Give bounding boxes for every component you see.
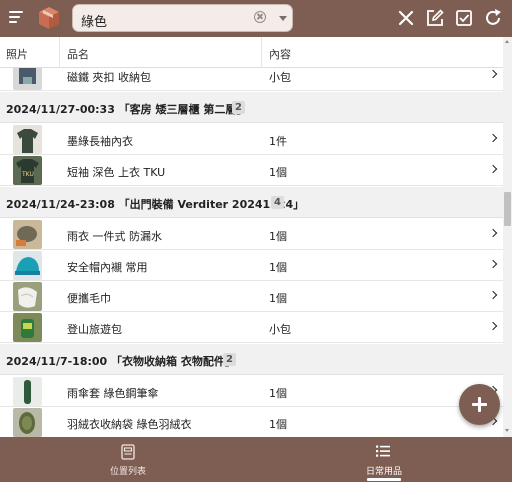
scroll-up-arrow-icon[interactable] [505, 40, 509, 43]
table-header: 照片 品名 內容 [0, 37, 503, 68]
chevron-right-icon [488, 321, 498, 331]
group-header[interactable]: 2024/11/7-18:00 「衣物收納箱 衣物配件」 2 [0, 344, 503, 375]
group-title: 2024/11/27-00:33 「客房 矮三層櫃 第二層」 [6, 103, 248, 116]
group-header[interactable]: 2024/11/24-23:08 「出門裝備 Verditer 20241124… [0, 187, 503, 218]
search-input[interactable]: 綠色 [81, 11, 107, 30]
item-name: 墨綠長袖內衣 [67, 135, 133, 148]
item-name: 雨傘套 綠色鋼筆傘 [67, 387, 159, 400]
item-name: 登山旅遊包 [67, 323, 122, 336]
svg-text:TKU: TKU [21, 171, 34, 178]
column-divider [261, 37, 262, 68]
table-row[interactable]: 雨衣 一件式 防漏水 1個 [0, 219, 503, 250]
item-qty: 1個 [269, 230, 287, 243]
app-bar: 綠色 [0, 0, 512, 37]
item-name: 磁鐵 夾扣 收納包 [67, 71, 151, 84]
item-qty: 1個 [269, 292, 287, 305]
table-row[interactable]: 墨綠長袖內衣 1件 [0, 124, 503, 155]
table-row[interactable]: TKU 短袖 深色 上衣 TKU 1個 [0, 155, 503, 186]
item-photo [13, 282, 42, 311]
box-logo-icon [39, 7, 59, 29]
item-photo [13, 68, 42, 90]
column-header-name[interactable]: 品名 [67, 46, 89, 62]
table-row[interactable]: 羽絨衣收納袋 綠色羽絨衣 1個 [0, 407, 503, 437]
scrollbar-thumb[interactable] [504, 192, 511, 226]
edit-icon[interactable] [424, 7, 446, 29]
nav-label: 位置列表 [109, 467, 146, 477]
checkbox-select-icon[interactable] [453, 7, 475, 29]
item-photo [13, 251, 42, 280]
item-name: 雨衣 一件式 防漏水 [67, 230, 162, 243]
search-box[interactable]: 綠色 [72, 4, 293, 32]
nav-item-location-list[interactable]: 位置列表 [0, 437, 256, 482]
add-item-button[interactable] [459, 384, 500, 425]
column-divider [59, 37, 60, 68]
item-photo [13, 313, 42, 342]
group-count-badge: 2 [223, 353, 236, 366]
item-name: 羽絨衣收納袋 綠色羽絨衣 [67, 418, 192, 431]
item-name: 安全帽內襯 常用 [67, 261, 148, 274]
column-header-photo[interactable]: 照片 [6, 46, 28, 62]
group-count-badge: 4 [271, 196, 284, 209]
group-count-badge: 2 [232, 101, 245, 114]
item-qty: 1件 [269, 135, 287, 148]
close-icon[interactable] [395, 7, 417, 29]
scroll-down-arrow-icon[interactable] [505, 429, 509, 432]
table-row[interactable]: 登山旅遊包 小包 [0, 312, 503, 343]
item-photo [13, 377, 42, 406]
nav-item-daily-items[interactable]: 日常用品 [256, 437, 512, 482]
vertical-scrollbar[interactable] [503, 37, 512, 437]
item-qty: 1個 [269, 261, 287, 274]
item-qty: 1個 [269, 387, 287, 400]
location-list-icon [121, 444, 135, 460]
item-name: 短袖 深色 上衣 TKU [67, 166, 166, 179]
item-photo [13, 220, 42, 249]
item-qty: 1個 [269, 166, 287, 179]
chevron-right-icon [488, 259, 498, 269]
chevron-right-icon [488, 228, 498, 238]
item-qty: 小包 [269, 323, 291, 336]
nav-label: 日常用品 [365, 467, 402, 477]
item-name: 便攜毛巾 [67, 292, 111, 305]
item-qty: 1個 [269, 418, 287, 431]
table-row[interactable]: 便攜毛巾 1個 [0, 281, 503, 312]
item-qty: 小包 [269, 71, 291, 84]
item-table: 磁鐵 夾扣 收納包 小包 2024/11/27-00:33 「客房 矮三層櫃 第… [0, 68, 503, 437]
item-photo: TKU [13, 156, 42, 185]
refresh-icon[interactable] [482, 7, 504, 29]
chevron-right-icon [488, 69, 498, 79]
menu-icon[interactable] [9, 11, 23, 23]
table-row[interactable]: 安全帽內襯 常用 1個 [0, 250, 503, 281]
group-title: 2024/11/24-23:08 「出門裝備 Verditer 20241124… [6, 198, 305, 211]
chevron-right-icon [488, 133, 498, 143]
chevron-right-icon [488, 290, 498, 300]
active-tab-indicator [367, 478, 401, 481]
item-photo [13, 408, 42, 437]
item-photo [13, 125, 42, 154]
group-header[interactable]: 2024/11/27-00:33 「客房 矮三層櫃 第二層」 2 [0, 92, 503, 123]
list-icon [376, 445, 390, 457]
dropdown-caret-icon[interactable] [279, 16, 287, 21]
column-header-content[interactable]: 內容 [269, 46, 291, 62]
bottom-nav: 位置列表 日常用品 [0, 437, 512, 482]
chevron-right-icon [488, 164, 498, 174]
table-row[interactable]: 磁鐵 夾扣 收納包 小包 [0, 68, 503, 91]
clear-search-icon[interactable] [254, 11, 266, 23]
group-title: 2024/11/7-18:00 「衣物收納箱 衣物配件」 [6, 355, 236, 368]
table-row[interactable]: 雨傘套 綠色鋼筆傘 1個 [0, 376, 503, 407]
